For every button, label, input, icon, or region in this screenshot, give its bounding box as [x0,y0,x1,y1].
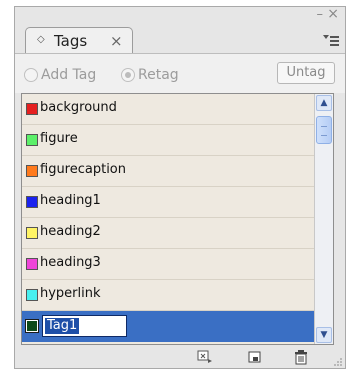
tag-row[interactable]: heading2 [22,218,315,249]
panel-menu-icon[interactable] [323,35,339,47]
tag-color-swatch [26,103,38,115]
tag-row[interactable]: hyperlink [22,280,315,311]
tag-name: hyperlink [40,286,101,301]
tag-name: heading1 [40,193,101,208]
tag-name: figure [40,131,78,146]
tag-name: figurecaption [40,162,127,177]
untag-button[interactable]: Untag [277,62,335,84]
tag-row[interactable]: figurecaption [22,156,315,187]
tag-color-swatch [26,165,38,177]
tag-name: heading3 [40,255,101,270]
retag-label: Retag [138,67,179,83]
tag-element-icon[interactable] [197,349,213,365]
tag-color-swatch [26,289,38,301]
tag-list: background figure figurecaption heading1 hea… [21,93,334,345]
tag-row[interactable]: background [22,94,315,125]
tag-color-swatch [26,134,38,146]
tab-tags[interactable]: ◇ Tags × [25,27,133,54]
add-tag-label: Add Tag [41,67,97,83]
tag-color-swatch [25,319,39,333]
tag-row[interactable]: figure [22,125,315,156]
scroll-up-icon[interactable]: ▲ [316,95,332,111]
add-tag-radio-circle [24,68,38,82]
close-panel-button[interactable]: × [327,6,339,22]
tag-name: background [40,100,117,115]
vertical-scrollbar[interactable]: ▲ ▼ [314,94,333,344]
tag-row[interactable]: heading1 [22,187,315,218]
trash-icon[interactable] [293,349,309,365]
scroll-thumb[interactable] [316,116,332,144]
tab-close-icon[interactable]: × [110,32,123,50]
tag-row-selected[interactable]: Tag1 [22,311,315,342]
add-tag-radio[interactable]: Add Tag [24,66,96,84]
tag-name-edit-field[interactable]: Tag1 [42,315,127,337]
tab-label: Tags [54,32,88,50]
tag-color-swatch [26,196,38,208]
tag-name: heading2 [40,224,101,239]
resize-grip-icon[interactable] [333,357,343,367]
panel-titlebar: – × ◇ Tags × [15,6,345,54]
retag-radio[interactable]: Retag [121,66,179,84]
tag-row[interactable]: heading3 [22,249,315,280]
panel-footer [15,345,345,369]
tags-panel: – × ◇ Tags × Add Tag Retag Untag backgro… [14,6,346,369]
minimize-button[interactable]: – [317,7,324,22]
retag-radio-circle [121,68,135,82]
scroll-down-icon[interactable]: ▼ [316,327,332,343]
tab-diamond-icon: ◇ [37,34,45,45]
tags-toolbar: Add Tag Retag Untag [15,53,345,93]
tag-color-swatch [26,258,38,270]
tag-color-swatch [26,227,38,239]
tag-name-edit-text: Tag1 [45,318,80,334]
new-tag-icon[interactable] [247,349,263,365]
